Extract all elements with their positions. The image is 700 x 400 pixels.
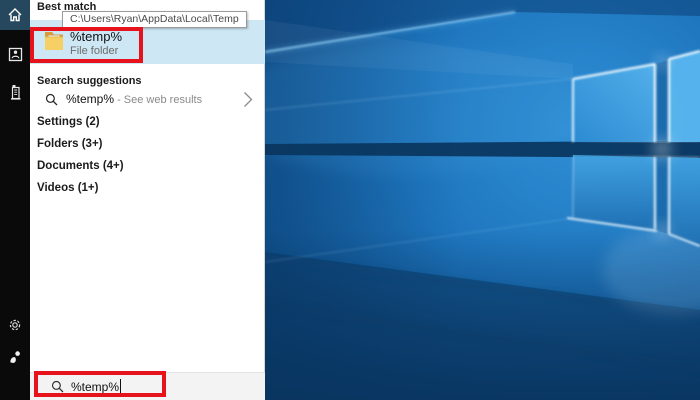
text-caret [120,379,121,394]
best-match-subtitle: File folder [70,45,119,57]
category-settings[interactable]: Settings (2) [37,116,257,134]
desktop-wallpaper[interactable] [215,0,700,400]
rail-spacer [0,107,30,310]
category-documents[interactable]: Documents (4+) [37,160,257,178]
feedback-button[interactable] [0,342,30,372]
category-videos[interactable]: Videos (1+) [37,182,257,200]
path-tooltip: C:\Users\Ryan\AppData\Local\Temp [62,11,247,28]
search-left-rail [0,0,30,400]
notebook-button[interactable] [0,39,30,69]
places-icon [10,85,20,100]
best-match-title: %temp% [70,29,123,44]
places-button[interactable] [0,77,30,107]
search-suggestions-header: Search suggestions [37,75,142,87]
notebook-icon [8,47,22,61]
folder-icon [45,32,63,50]
chevron-right-icon[interactable] [243,91,253,108]
search-input-value: %temp% [71,380,120,394]
search-input[interactable]: %temp% [30,372,265,400]
suggestion-row-temp[interactable]: %temp% - See web results [30,88,265,112]
home-icon [8,8,22,22]
search-results-panel: Best match %temp% File folder C:\Users\R… [30,0,265,400]
search-icon [45,93,58,106]
suggestion-query: %temp% [66,92,115,106]
category-folders[interactable]: Folders (3+) [37,138,257,156]
settings-gear-icon [9,319,21,331]
screen: Best match %temp% File folder C:\Users\R… [0,0,700,400]
suggestion-hint: - See web results [114,94,203,106]
windows-hero-wallpaper [215,0,700,400]
home-button[interactable] [0,0,30,30]
suggestion-text: %temp% - See web results [66,92,202,106]
search-icon [51,380,64,393]
settings-button[interactable] [0,310,30,340]
feedback-icon [10,351,20,363]
